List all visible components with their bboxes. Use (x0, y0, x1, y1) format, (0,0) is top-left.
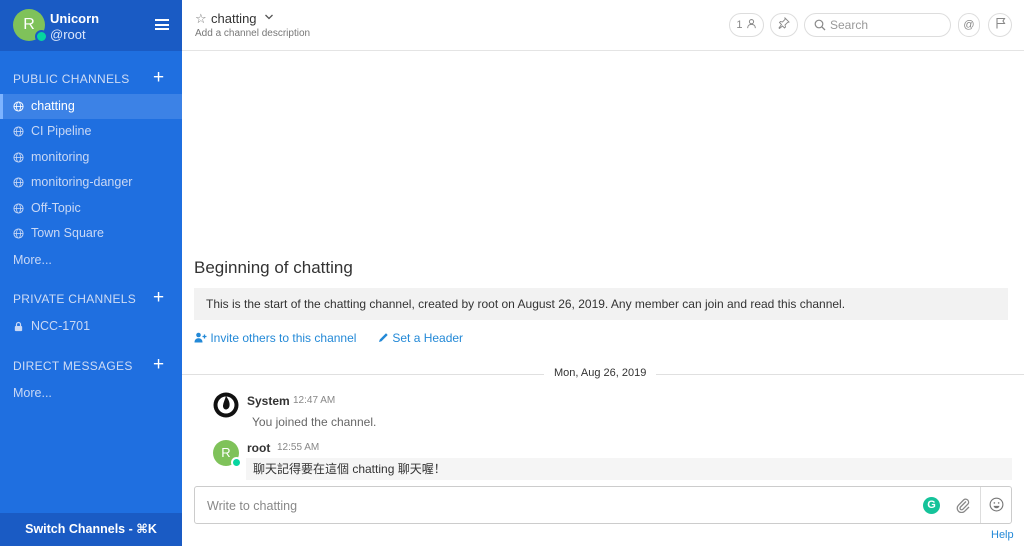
post-message-system: You joined the channel. (252, 415, 377, 429)
sidebar: R Unicorn @root PUBLIC CHANNELS + chatti… (0, 0, 182, 546)
sidebar-item-label: monitoring (31, 150, 90, 164)
system-avatar (213, 392, 239, 418)
flagged-posts-button[interactable] (988, 13, 1012, 37)
globe-icon (13, 126, 24, 137)
sidebar-header: R Unicorn @root (0, 0, 182, 51)
online-status-icon (231, 457, 242, 468)
sidebar-item-town-square[interactable]: Town Square (0, 221, 182, 246)
star-icon[interactable]: ☆ (195, 11, 207, 27)
channel-title[interactable]: chatting (211, 11, 257, 26)
grammarly-icon[interactable]: G (923, 497, 940, 514)
sidebar-item-label: Off-Topic (31, 201, 81, 215)
flag-icon (995, 17, 1005, 29)
direct-messages-more-link[interactable]: More... (13, 386, 52, 400)
add-public-channel-button[interactable]: + (153, 68, 164, 87)
post-timestamp[interactable]: 12:47 AM (293, 395, 335, 406)
set-header-link[interactable]: Set a Header (378, 331, 463, 345)
member-count-button[interactable]: 1 (729, 13, 764, 37)
avatar[interactable]: R (213, 440, 242, 468)
member-icon (746, 19, 756, 29)
switch-channels-button[interactable]: Switch Channels - ⌘K (0, 513, 182, 546)
channel-description-link[interactable]: Add a channel description (195, 28, 310, 39)
hamburger-menu-icon[interactable] (155, 19, 169, 30)
sidebar-item-monitoring[interactable]: monitoring (0, 145, 182, 170)
add-private-channel-button[interactable]: + (153, 288, 164, 307)
team-avatar-initial: R (23, 16, 35, 33)
globe-icon (13, 177, 24, 188)
channel-intro-title: Beginning of chatting (194, 258, 353, 277)
globe-icon (13, 203, 24, 214)
sidebar-item-monitoring-danger[interactable]: monitoring-danger (0, 170, 182, 195)
search-icon (814, 19, 826, 31)
mention-icon: @ (963, 19, 975, 31)
team-avatar[interactable]: R (13, 9, 48, 43)
private-channels-title: PRIVATE CHANNELS (13, 292, 137, 306)
sidebar-item-ci-pipeline[interactable]: CI Pipeline (0, 119, 182, 144)
direct-messages-title: DIRECT MESSAGES (13, 359, 133, 373)
attachment-icon[interactable] (955, 497, 971, 513)
globe-icon (13, 152, 24, 163)
channel-intro-text: This is the start of the chatting channe… (194, 288, 1008, 320)
globe-icon (13, 228, 24, 239)
invite-others-link[interactable]: Invite others to this channel (194, 331, 356, 345)
sidebar-item-label: CI Pipeline (31, 124, 92, 138)
date-separator: Mon, Aug 26, 2019 (544, 367, 657, 379)
add-direct-message-button[interactable]: + (153, 355, 164, 374)
username: @root (50, 27, 86, 42)
sidebar-item-label: NCC-1701 (31, 319, 91, 333)
pencil-icon (379, 333, 388, 342)
invite-others-label: Invite others to this channel (210, 331, 357, 345)
search-box[interactable] (804, 13, 951, 37)
sidebar-item-ncc-1701[interactable]: NCC-1701 (0, 314, 182, 339)
recent-mentions-button[interactable]: @ (958, 13, 980, 37)
channel-header: ☆ chatting Add a channel description 1 @ (182, 0, 1024, 51)
sidebar-item-label: chatting (31, 99, 75, 113)
sidebar-item-chatting[interactable]: chatting (0, 94, 182, 119)
public-channels-more-link[interactable]: More... (13, 253, 52, 267)
search-input[interactable] (830, 17, 940, 33)
pin-icon (778, 16, 790, 30)
globe-icon (13, 101, 24, 112)
message-composer[interactable]: G (194, 486, 1012, 524)
mattermost-logo-icon (213, 392, 239, 418)
post-message-root: 聊天記得要在這個 chatting 聊天喔！ (246, 458, 1012, 480)
lock-icon (14, 321, 23, 332)
post-username-root[interactable]: root (247, 441, 270, 455)
sidebar-item-off-topic[interactable]: Off-Topic (0, 196, 182, 221)
chevron-down-icon[interactable] (264, 12, 274, 22)
team-name[interactable]: Unicorn (50, 11, 99, 26)
post-username-system[interactable]: System (247, 394, 290, 408)
online-status-icon (35, 30, 48, 43)
emoji-icon (989, 497, 1004, 512)
avatar-initial: R (221, 445, 231, 460)
pinned-posts-button[interactable] (770, 13, 798, 37)
emoji-picker-button[interactable] (980, 487, 1012, 523)
message-area: Beginning of chatting This is the start … (182, 51, 1024, 546)
sidebar-item-label: monitoring-danger (31, 175, 133, 189)
set-header-label: Set a Header (392, 331, 464, 345)
member-count: 1 (736, 19, 743, 31)
add-user-icon (194, 332, 207, 343)
help-link[interactable]: Help (991, 529, 1014, 541)
public-channels-title: PUBLIC CHANNELS (13, 72, 130, 86)
post-timestamp[interactable]: 12:55 AM (277, 442, 319, 453)
message-input[interactable] (207, 497, 807, 515)
sidebar-item-label: Town Square (31, 226, 104, 240)
